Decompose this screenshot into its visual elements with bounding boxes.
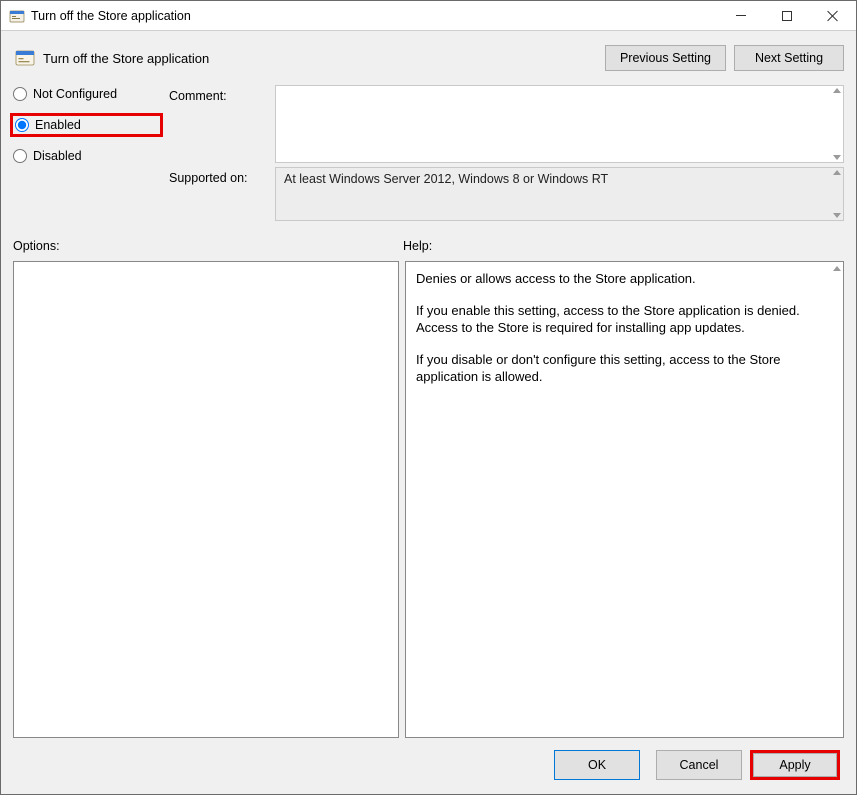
supported-on-value: At least Windows Server 2012, Windows 8 …: [284, 172, 608, 186]
header-row: Turn off the Store application Previous …: [11, 37, 846, 85]
options-label: Options:: [13, 239, 403, 253]
radio-disabled-label: Disabled: [33, 149, 82, 163]
previous-setting-button[interactable]: Previous Setting: [605, 45, 726, 71]
close-icon: [827, 10, 839, 22]
policy-name: Turn off the Store application: [43, 51, 209, 66]
maximize-button[interactable]: [764, 1, 810, 30]
supported-scroll[interactable]: [833, 170, 841, 218]
minimize-icon: [736, 15, 746, 16]
radio-not-configured-input[interactable]: [13, 87, 27, 101]
help-text-p3: If you disable or don't configure this s…: [416, 351, 821, 386]
supported-on-box: At least Windows Server 2012, Windows 8 …: [275, 167, 844, 221]
radio-enabled[interactable]: Enabled: [10, 113, 163, 137]
close-button[interactable]: [810, 1, 856, 30]
radio-enabled-input[interactable]: [15, 118, 29, 132]
config-grid: Not Configured Enabled Disabled Comment:: [11, 85, 846, 221]
help-text-p2: If you enable this setting, access to th…: [416, 302, 821, 337]
minimize-button[interactable]: [718, 1, 764, 30]
comment-textarea[interactable]: [275, 85, 844, 163]
radio-enabled-label: Enabled: [35, 118, 81, 132]
help-panel: Denies or allows access to the Store app…: [405, 261, 844, 738]
radio-group: Not Configured Enabled Disabled: [13, 85, 163, 221]
maximize-icon: [782, 11, 792, 21]
options-panel: [13, 261, 399, 738]
scroll-down-icon: [833, 213, 841, 218]
help-label: Help:: [403, 239, 432, 253]
lower-labels: Options: Help:: [11, 239, 846, 253]
policy-icon: [15, 48, 35, 68]
titlebar: Turn off the Store application: [1, 1, 856, 31]
apply-button[interactable]: Apply: [753, 753, 837, 777]
comment-scroll[interactable]: [833, 88, 841, 160]
window-title: Turn off the Store application: [31, 9, 191, 23]
window-icon: [9, 8, 25, 24]
scroll-up-icon: [833, 88, 841, 93]
scroll-up-icon: [833, 170, 841, 175]
ok-button[interactable]: OK: [554, 750, 640, 780]
apply-highlight: Apply: [750, 750, 840, 780]
lower-panels: Denies or allows access to the Store app…: [11, 261, 846, 738]
cancel-button[interactable]: Cancel: [656, 750, 742, 780]
radio-not-configured[interactable]: Not Configured: [13, 87, 163, 101]
comment-label: Comment:: [169, 85, 269, 163]
content-area: Turn off the Store application Previous …: [1, 31, 856, 794]
radio-disabled[interactable]: Disabled: [13, 149, 163, 163]
scroll-up-icon: [833, 266, 841, 271]
help-text-p1: Denies or allows access to the Store app…: [416, 270, 821, 288]
button-row: OK Cancel Apply: [11, 738, 846, 784]
supported-on-label: Supported on:: [169, 167, 269, 221]
radio-not-configured-label: Not Configured: [33, 87, 117, 101]
help-scroll[interactable]: [833, 266, 841, 271]
scroll-down-icon: [833, 155, 841, 160]
radio-disabled-input[interactable]: [13, 149, 27, 163]
next-setting-button[interactable]: Next Setting: [734, 45, 844, 71]
dialog-window: Turn off the Store application Turn off …: [0, 0, 857, 795]
